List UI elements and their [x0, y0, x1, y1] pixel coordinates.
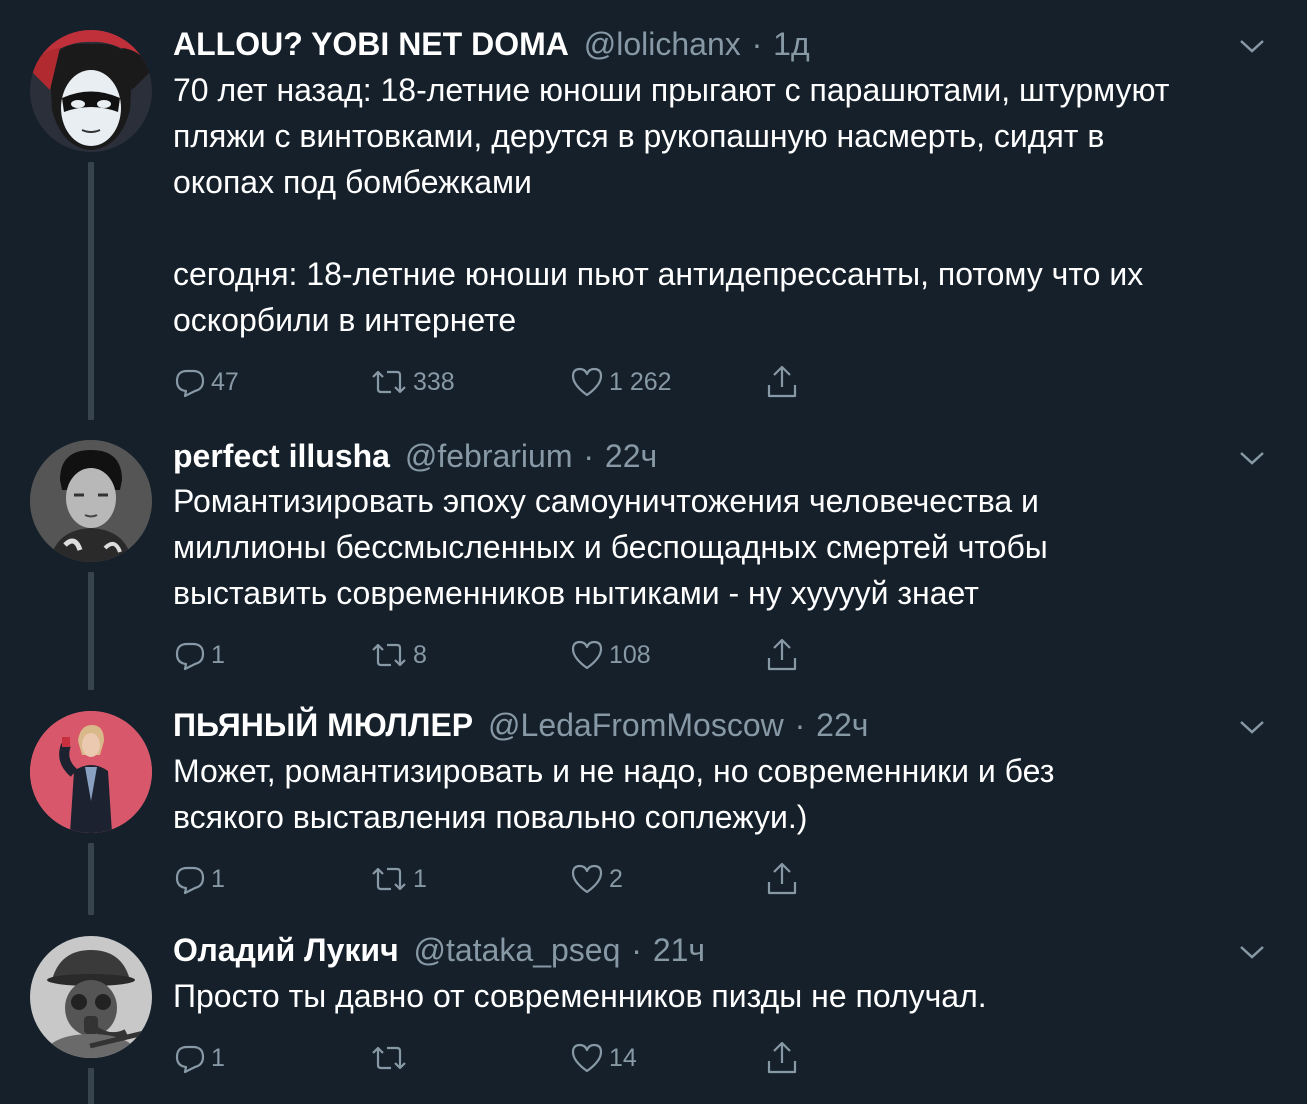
timestamp[interactable]: 22ч: [816, 707, 868, 743]
share-button[interactable]: [765, 635, 803, 675]
retweet-icon: [372, 867, 406, 891]
handle[interactable]: @LedaFromMoscow: [488, 707, 784, 743]
handle[interactable]: @lolichanx: [584, 26, 741, 62]
heart-icon: [571, 640, 603, 670]
avatar[interactable]: [30, 711, 152, 833]
share-button[interactable]: [765, 859, 803, 899]
separator-dot: ·: [583, 438, 595, 474]
retweet-button[interactable]: 8: [369, 635, 427, 675]
avatar[interactable]: [30, 30, 152, 152]
tweet[interactable]: ALLOU? YOBI NET DOMA @lolichanx · 1д 70 …: [0, 0, 1307, 420]
retweet-button[interactable]: [369, 1038, 413, 1078]
separator-dot: ·: [794, 707, 806, 743]
tweet-actions: 1 8 108: [173, 635, 873, 675]
retweet-count: 338: [413, 367, 455, 396]
reply-icon: [175, 369, 205, 398]
reply-button[interactable]: 1: [173, 859, 225, 899]
like-button[interactable]: 2: [569, 859, 623, 899]
separator-dot: ·: [751, 26, 763, 62]
like-button[interactable]: 108: [569, 635, 651, 675]
retweet-count: 8: [413, 640, 427, 669]
like-count: 2: [609, 864, 623, 893]
display-name[interactable]: ALLOU? YOBI NET DOMA: [173, 26, 569, 62]
retweet-icon: [372, 370, 406, 394]
chevron-down-icon[interactable]: [1237, 448, 1267, 468]
share-button[interactable]: [765, 1038, 803, 1078]
reply-count: 1: [211, 640, 225, 669]
heart-icon: [571, 864, 603, 894]
chevron-down-icon[interactable]: [1237, 717, 1267, 737]
tweet-text: 70 лет назад: 18-летние юноши прыгают с …: [173, 72, 1170, 338]
like-button[interactable]: 1 262: [569, 362, 672, 402]
timestamp[interactable]: 1д: [773, 26, 809, 62]
tweet-actions: 47 338 1 262: [173, 362, 873, 402]
avatar[interactable]: [30, 936, 152, 1058]
avatar[interactable]: [30, 440, 152, 562]
chevron-down-icon[interactable]: [1237, 36, 1267, 56]
reply-button[interactable]: 1: [173, 1038, 225, 1078]
like-count: 14: [609, 1043, 637, 1072]
tweet-header: ALLOU? YOBI NET DOMA @lolichanx · 1д: [173, 24, 810, 64]
tweet-text: Просто ты давно от современников пизды н…: [173, 978, 987, 1014]
handle[interactable]: @febrarium: [405, 438, 573, 474]
retweet-button[interactable]: 1: [369, 859, 427, 899]
retweet-button[interactable]: 338: [369, 362, 455, 402]
heart-icon: [571, 1043, 603, 1073]
timestamp[interactable]: 21ч: [653, 932, 705, 968]
tweet-actions: 1 14: [173, 1038, 873, 1078]
reply-count: 1: [211, 1043, 225, 1072]
like-button[interactable]: 14: [569, 1038, 637, 1078]
tweet[interactable]: perfect illusha @febrarium · 22ч Романти…: [0, 420, 1307, 695]
share-button[interactable]: [765, 362, 803, 402]
retweet-icon: [372, 1046, 406, 1070]
share-icon: [767, 365, 797, 398]
tweet-header: Оладий Лукич @tataka_pseq · 21ч: [173, 930, 705, 970]
tweet[interactable]: ПЬЯНЫЙ МЮЛЛЕР @LedaFromMoscow · 22ч Може…: [0, 695, 1307, 920]
handle[interactable]: @tataka_pseq: [414, 932, 621, 968]
tweet[interactable]: Оладий Лукич @tataka_pseq · 21ч Просто т…: [0, 920, 1307, 1104]
display-name[interactable]: Оладий Лукич: [173, 932, 399, 968]
reply-button[interactable]: 47: [173, 362, 239, 402]
tweet-actions: 1 1 2: [173, 859, 873, 899]
reply-icon: [175, 866, 205, 895]
share-icon: [767, 1041, 797, 1074]
tweet-header: ПЬЯНЫЙ МЮЛЛЕР @LedaFromMoscow · 22ч: [173, 705, 868, 745]
reply-icon: [175, 642, 205, 671]
separator-dot: ·: [631, 932, 642, 968]
tweet-text: Может, романтизировать и не надо, но сов…: [173, 753, 1055, 835]
reply-icon: [175, 1045, 205, 1074]
display-name[interactable]: ПЬЯНЫЙ МЮЛЛЕР: [173, 707, 473, 743]
like-count: 108: [609, 640, 651, 669]
retweet-icon: [372, 643, 406, 667]
display-name[interactable]: perfect illusha: [173, 438, 390, 474]
share-icon: [767, 638, 797, 671]
chevron-down-icon[interactable]: [1237, 942, 1267, 962]
reply-count: 47: [211, 367, 239, 396]
retweet-count: 1: [413, 864, 427, 893]
timestamp[interactable]: 22ч: [605, 438, 657, 474]
reply-button[interactable]: 1: [173, 635, 225, 675]
share-icon: [767, 862, 797, 895]
tweet-header: perfect illusha @febrarium · 22ч: [173, 436, 657, 476]
like-count: 1 262: [609, 367, 672, 396]
reply-count: 1: [211, 864, 225, 893]
tweet-text: Романтизировать эпоху самоуничтожения че…: [173, 483, 1048, 611]
heart-icon: [571, 367, 603, 397]
